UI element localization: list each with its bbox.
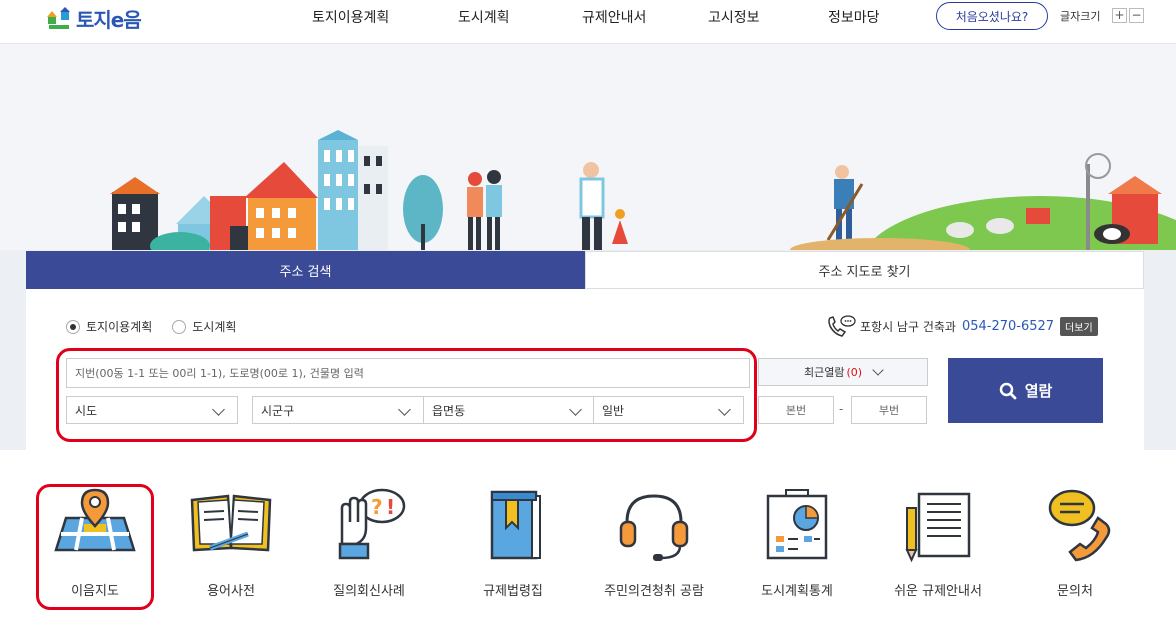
menu-public-hearing[interactable]: 주민의견청취 공람 (589, 488, 719, 604)
plan-type-radios: 토지이용계획 도시계획 (66, 318, 236, 335)
contact-department: 포항시 남구 건축과 (860, 319, 956, 334)
menu-qa-cases-label: 질의회신사례 (333, 584, 405, 599)
menu-public-hearing-label: 주민의견청취 공람 (604, 584, 704, 599)
recent-view-dropdown[interactable]: 최근열람 (0) (758, 358, 928, 386)
map-pin-icon (54, 488, 136, 552)
radio-urban-plan[interactable] (172, 319, 187, 334)
open-book-icon (190, 494, 272, 552)
menu-urban-statistics[interactable]: 도시계획통계 (732, 488, 862, 604)
radio-land-use-plan[interactable] (66, 319, 80, 334)
document-pencil-icon (905, 492, 971, 563)
view-button[interactable]: 열람 (948, 358, 1103, 423)
menu-contact[interactable]: 문의처 (1010, 488, 1140, 604)
menu-easy-guide-label: 쉬운 규제안내서 (894, 584, 982, 599)
nav-land-use-plan[interactable]: 토지이용계획 (312, 7, 389, 27)
phone-chat-icon (1048, 489, 1111, 562)
menu-qa-cases[interactable]: ? ! 질의회신사례 (304, 488, 434, 604)
top-header: 토지e음 토지이용계획 도시계획 규제안내서 고시정보 정보마당 처음오셨나요?… (0, 0, 1176, 44)
chevron-down-icon (872, 364, 884, 376)
radio-land-use-plan-label[interactable]: 토지이용계획 (86, 318, 152, 335)
select-sigungu[interactable]: 시군구 (252, 396, 424, 424)
select-land-type-value: 일반 (602, 403, 625, 418)
phone-chat-small-icon (828, 315, 856, 337)
select-eupmyeondong-value: 읍면동 (432, 403, 466, 418)
chart-board-icon (766, 489, 828, 560)
number-separator: - (839, 402, 844, 416)
tab-address-search[interactable]: 주소 검색 (26, 251, 585, 296)
headset-icon (619, 494, 689, 561)
first-visit-button[interactable]: 처음오셨나요? (936, 2, 1048, 30)
select-sigungu-value: 시군구 (261, 403, 295, 418)
hand-question-icon: ? ! (338, 488, 406, 560)
law-book-icon (490, 490, 541, 560)
site-logo[interactable]: 토지e음 (46, 4, 142, 32)
contact-info: 포항시 남구 건축과 054-270-6527 더보기 (826, 314, 1098, 338)
main-number-input[interactable]: 본번 (758, 396, 834, 424)
radio-urban-plan-label[interactable]: 도시계획 (192, 318, 236, 335)
svg-text:!: ! (386, 495, 395, 519)
menu-eum-map-label: 이음지도 (71, 584, 119, 599)
recent-view-label: 최근열람 (803, 366, 845, 379)
menu-contact-label: 문의처 (1057, 584, 1093, 599)
menu-glossary-label: 용어사전 (207, 584, 255, 599)
nav-urban-plan[interactable]: 도시계획 (458, 7, 510, 27)
chevron-down-icon (718, 403, 731, 416)
logo-text: 토지e음 (76, 7, 142, 32)
view-button-label: 열람 (1024, 382, 1053, 400)
font-decrease-button[interactable]: − (1129, 8, 1144, 23)
font-increase-button[interactable]: + (1112, 8, 1127, 23)
select-sido[interactable]: 시도 (66, 396, 238, 424)
contact-phone[interactable]: 054-270-6527 (962, 319, 1054, 334)
menu-eum-map[interactable]: 이음지도 (30, 488, 160, 604)
chevron-down-icon (569, 403, 582, 416)
select-eupmyeondong[interactable]: 읍면동 (423, 396, 595, 424)
search-tabs: 주소 검색 주소 지도로 찾기 (26, 251, 1144, 296)
tab-map-search[interactable]: 주소 지도로 찾기 (585, 251, 1144, 289)
sub-number-input[interactable]: 부번 (851, 396, 927, 424)
nav-regulation-guide[interactable]: 규제안내서 (582, 7, 646, 27)
menu-law-collection-label: 규제법령집 (483, 584, 543, 599)
select-sido-value: 시도 (75, 403, 98, 418)
menu-glossary[interactable]: 용어사전 (166, 488, 296, 604)
menu-urban-statistics-label: 도시계획통계 (761, 584, 833, 599)
address-search-input[interactable]: 지번(00동 1-1 또는 00리 1-1), 도로명(00로 1), 건물명 … (66, 358, 750, 388)
select-land-type[interactable]: 일반 (593, 396, 744, 424)
search-icon (999, 382, 1017, 399)
recent-view-count: (0) (846, 365, 863, 379)
menu-easy-guide[interactable]: 쉬운 규제안내서 (873, 488, 1003, 604)
svg-text:?: ? (371, 495, 383, 519)
chevron-down-icon (212, 403, 225, 416)
nav-notice-info[interactable]: 고시정보 (708, 7, 760, 27)
chevron-down-icon (398, 403, 411, 416)
logo-houses-icon (47, 7, 70, 29)
contact-more-button[interactable]: 더보기 (1060, 316, 1098, 336)
nav-info-plaza[interactable]: 정보마당 (828, 7, 880, 27)
font-size-label: 글자크기 (1060, 10, 1101, 23)
menu-law-collection[interactable]: 규제법령집 (448, 488, 578, 604)
